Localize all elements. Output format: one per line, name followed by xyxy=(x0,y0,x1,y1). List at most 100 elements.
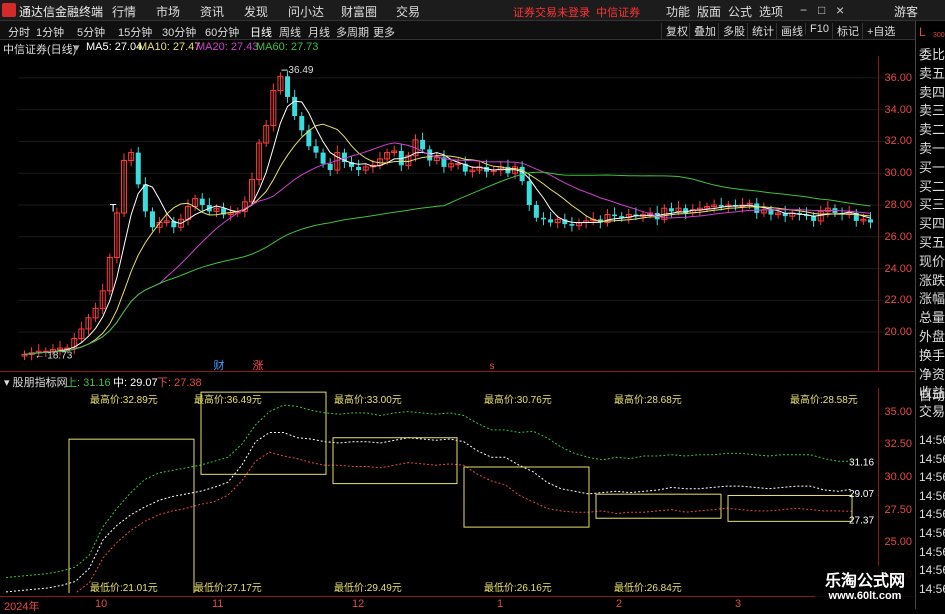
side-panel-item[interactable]: 总量 xyxy=(919,309,945,327)
ma10-line xyxy=(24,123,871,355)
period-toolbar: 分时 1分钟 5分钟 15分钟 30分钟 60分钟 日线 周线 月线 多周期 更… xyxy=(0,21,945,40)
watermark: 乐淘公式网 www.60lt.com xyxy=(815,566,915,609)
date-label: 2024年 xyxy=(4,601,40,613)
minimize-icon[interactable]: − xyxy=(800,3,807,17)
candle-body xyxy=(868,219,873,223)
candle-body xyxy=(548,219,554,223)
candle-body xyxy=(540,217,546,220)
adjust-button[interactable]: 复权 xyxy=(661,23,688,39)
f10-button[interactable]: F10 xyxy=(805,23,829,35)
mark-button[interactable]: 标记 xyxy=(832,23,859,39)
side-panel-item: 14:56 xyxy=(919,451,945,466)
side-panel-item[interactable]: 卖二 xyxy=(919,121,945,139)
price-tick-label: 30.00 xyxy=(884,167,912,180)
candle-body xyxy=(718,205,724,207)
date-axis: 2024年 10 11 12 1 2 3 xyxy=(0,596,915,613)
date-label: 10 xyxy=(95,598,108,610)
menu-quotes[interactable]: 行情 xyxy=(112,3,136,20)
candle-body xyxy=(285,76,291,97)
menu-news[interactable]: 资讯 xyxy=(200,3,224,20)
side-panel-item[interactable]: 涨跌 xyxy=(919,272,945,290)
period-tab-monthly[interactable]: 月线 xyxy=(308,24,330,40)
side-panel-item[interactable]: 买二 xyxy=(919,178,945,196)
draw-button[interactable]: 画线 xyxy=(776,23,803,39)
period-tab-multi[interactable]: 多周期 xyxy=(336,24,369,40)
period-tab-5min[interactable]: 5分钟 xyxy=(77,24,105,40)
period-tab-weekly[interactable]: 周线 xyxy=(279,24,301,40)
candle-body xyxy=(668,208,674,212)
side-panel-item[interactable]: 买一 xyxy=(919,159,945,177)
event-marker: 财 xyxy=(214,358,225,371)
month-high-label: 最高价:30.76元 xyxy=(484,393,552,406)
date-label: 1 xyxy=(497,598,504,610)
candle-body xyxy=(199,198,205,206)
lower-band-line xyxy=(74,451,853,593)
side-panel-item[interactable]: 委比 xyxy=(919,46,945,64)
side-panel-item[interactable]: 300 xyxy=(933,32,945,40)
candle-body xyxy=(320,152,326,164)
menu-layout[interactable]: 版面 xyxy=(697,3,721,20)
side-panel-item[interactable]: 买三 xyxy=(919,196,945,214)
watermark-url: www.60lt.com xyxy=(828,590,902,602)
indicator-chart[interactable]: 最高价:32.89元 最高价:36.49元 最高价:33.00元 最高价:30.76元… xyxy=(0,388,878,593)
period-tab-15min[interactable]: 15分钟 xyxy=(118,24,152,40)
menu-wealth[interactable]: 财富圈 xyxy=(341,3,377,20)
side-panel-item: 14:56 xyxy=(919,470,945,485)
side-panel-item[interactable]: L xyxy=(919,23,926,41)
menu-function[interactable]: 功能 xyxy=(666,3,690,20)
ma60-label: MA60: 27.73 xyxy=(256,41,319,53)
side-panel-item[interactable]: 换手 xyxy=(919,347,945,365)
side-panel-item[interactable]: 现价 xyxy=(919,253,945,271)
side-panel-item[interactable]: 卖四 xyxy=(919,84,945,102)
price-tick-label: 32.00 xyxy=(884,135,912,148)
price-range-box xyxy=(727,494,853,522)
period-tab-daily[interactable]: 日线 xyxy=(250,24,272,40)
price-tick-label: 22.00 xyxy=(884,294,912,307)
close-icon[interactable]: × xyxy=(836,2,844,18)
period-tab-1min[interactable]: 1分钟 xyxy=(36,24,64,40)
period-tab-60min[interactable]: 60分钟 xyxy=(205,24,239,40)
menu-market[interactable]: 市场 xyxy=(156,3,180,20)
overlay-button[interactable]: 叠加 xyxy=(689,23,716,39)
maximize-icon[interactable]: □ xyxy=(818,3,825,17)
side-panel-item[interactable]: 买五 xyxy=(919,234,945,252)
candle-body xyxy=(356,166,362,171)
candle-body xyxy=(420,139,426,150)
price-tick-label: 36.00 xyxy=(884,71,912,84)
main-kline-chart[interactable]: 36.49 ← 18.73 T 财 涨 s xyxy=(0,56,915,371)
stats-button[interactable]: 统计 xyxy=(747,23,774,39)
stock-name[interactable]: 中信证券(日线) xyxy=(3,41,76,57)
period-tab-intraday[interactable]: 分时 xyxy=(8,24,30,40)
menu-options[interactable]: 选项 xyxy=(759,3,783,20)
candle-body xyxy=(327,163,333,171)
menu-trade[interactable]: 交易 xyxy=(396,3,420,20)
login-notice[interactable]: 证券交易未登录 中信证券 xyxy=(513,4,640,20)
candle-body xyxy=(612,214,618,217)
side-panel-item[interactable]: 涨幅 xyxy=(919,290,945,308)
side-panel-item[interactable]: 外盘 xyxy=(919,328,945,346)
side-panel-item[interactable]: 卖五 xyxy=(919,65,945,83)
period-tab-more[interactable]: 更多 xyxy=(373,24,395,40)
indicator-info-bar: ▾ 股朋指标网 上: 31.16 中: 29.07 下: 27.38 xyxy=(0,373,915,389)
period-tab-30min[interactable]: 30分钟 xyxy=(162,24,196,40)
multi-stock-button[interactable]: 多股 xyxy=(718,23,745,39)
side-panel-item[interactable]: 买四 xyxy=(919,215,945,233)
candle-body xyxy=(135,152,141,185)
side-panel-item[interactable]: 卖三 xyxy=(919,102,945,120)
menu-discover[interactable]: 发现 xyxy=(244,3,268,20)
candle-body xyxy=(313,146,319,153)
candle-body xyxy=(811,216,817,221)
month-low-label: 最低价:27.17元 xyxy=(194,581,262,593)
indicator-tick-label: 27.50 xyxy=(884,503,912,516)
side-panel-item[interactable]: 净资 xyxy=(919,366,945,384)
side-panel-item: 14:56 xyxy=(919,507,945,522)
menu-formula[interactable]: 公式 xyxy=(728,3,752,20)
side-panel-item[interactable]: 卖一 xyxy=(919,140,945,158)
menu-ask[interactable]: 问小达 xyxy=(288,3,324,20)
chevron-down-icon[interactable]: ▾ xyxy=(74,41,80,54)
guest-label[interactable]: 游客 xyxy=(894,3,918,20)
date-label: 11 xyxy=(212,598,224,610)
candle-body xyxy=(768,209,774,215)
add-watchlist-button[interactable]: +自选 xyxy=(862,23,895,39)
app-title: 通达信金融终端 xyxy=(19,5,104,19)
